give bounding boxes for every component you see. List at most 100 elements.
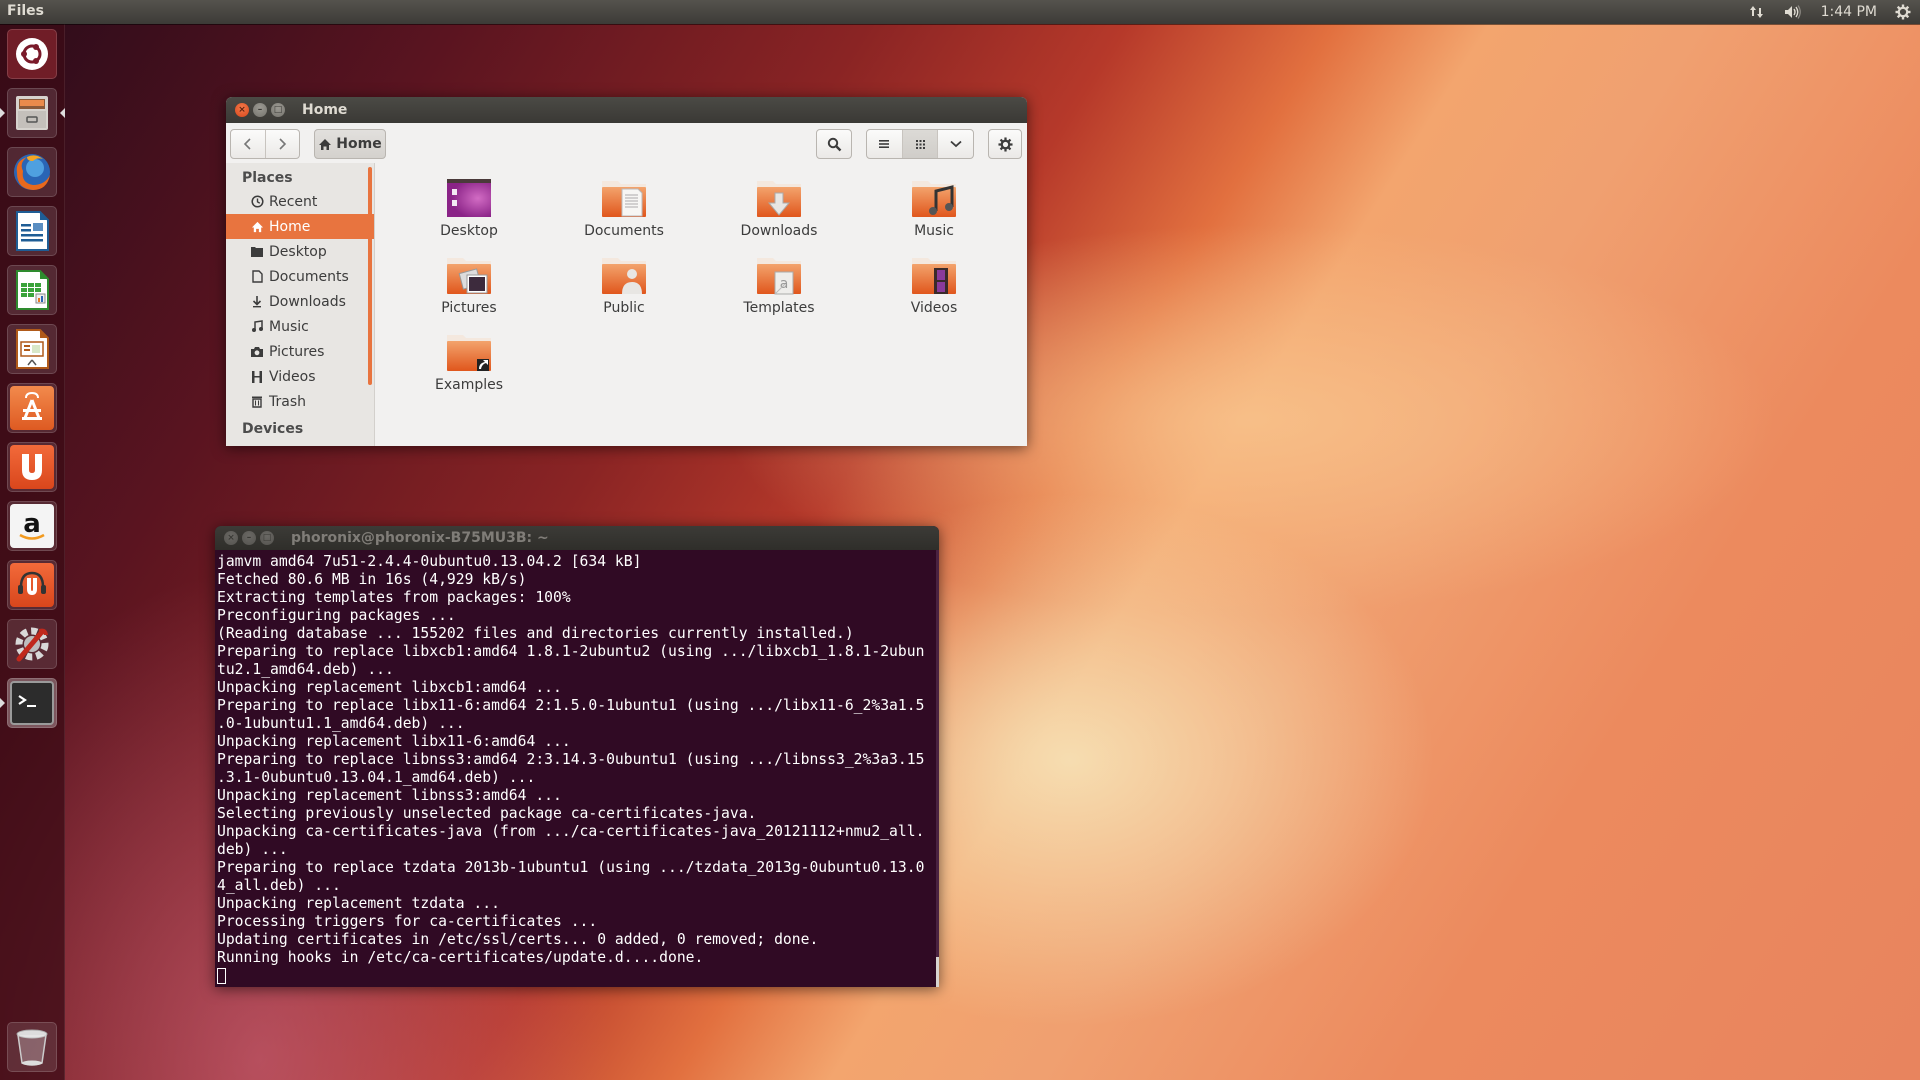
home-icon <box>250 220 264 234</box>
launcher-ubuntu-one-music[interactable] <box>7 560 57 610</box>
sidebar-item-label: Pictures <box>269 343 325 360</box>
minimize-button[interactable]: – <box>253 103 267 117</box>
terminal-line: Preparing to replace tzdata 2013b-1ubunt… <box>217 859 925 876</box>
scrollbar-thumb[interactable] <box>936 957 939 987</box>
sidebar-item-videos[interactable]: Videos <box>226 364 374 389</box>
terminal-line: Unpacking replacement libnss3:amd64 ... <box>217 787 562 804</box>
launcher-amazon[interactable]: a <box>7 501 57 551</box>
close-button[interactable]: × <box>224 531 238 545</box>
terminal-titlebar[interactable]: × – □ phoronix@phoronix-B75MU3B: ~ <box>215 526 939 550</box>
launcher-terminal[interactable] <box>0 678 57 728</box>
files-toolbar: Home <box>226 123 1027 164</box>
terminal-line: Unpacking ca-certificates-java (from ...… <box>217 823 925 840</box>
sidebar-item-music[interactable]: Music <box>226 314 374 339</box>
launcher-libreoffice-writer[interactable] <box>7 206 57 256</box>
music-icon <box>250 320 264 334</box>
maximize-button[interactable]: □ <box>260 531 274 545</box>
impress-icon <box>10 327 54 371</box>
minimize-button[interactable]: – <box>242 531 256 545</box>
files-titlebar[interactable]: × – □ Home <box>226 97 1027 123</box>
software-center-icon <box>10 386 54 430</box>
file-item-public[interactable]: Public <box>559 244 689 316</box>
sidebar-item-label: Downloads <box>269 293 346 310</box>
file-item-documents[interactable]: Documents <box>559 167 689 239</box>
close-button[interactable]: × <box>235 103 249 117</box>
sidebar-item-desktop[interactable]: Desktop <box>226 239 374 264</box>
path-bar-home-button[interactable]: Home <box>314 129 386 159</box>
terminal-line: Selecting previously unselected package … <box>217 805 757 822</box>
launcher-firefox[interactable] <box>7 147 57 197</box>
launcher-system-settings[interactable] <box>7 619 57 669</box>
terminal-line: Preparing to replace libnss3:amd64 2:3.1… <box>217 751 925 768</box>
network-icon[interactable] <box>1740 4 1774 20</box>
list-view-button[interactable] <box>867 130 902 158</box>
terminal-line: Preconfiguring packages ... <box>217 607 456 624</box>
active-app-title: Files <box>7 3 44 19</box>
focused-indicator <box>60 108 65 118</box>
launcher-dash-home[interactable] <box>7 29 57 79</box>
grid-icon <box>915 139 925 149</box>
svg-text:a: a <box>780 276 789 292</box>
sidebar-item-home[interactable]: Home <box>226 214 374 239</box>
sidebar-item-label: Recent <box>269 193 318 210</box>
terminal-line: 4_all.deb) ... <box>217 877 341 894</box>
file-name: Public <box>603 300 645 316</box>
trash-icon <box>10 1025 54 1069</box>
svg-text:a: a <box>23 509 41 539</box>
view-options-dropdown[interactable] <box>937 130 973 158</box>
sidebar-item-downloads[interactable]: Downloads <box>226 289 374 314</box>
view-mode-group <box>866 129 974 159</box>
sidebar-item-trash[interactable]: Trash <box>226 389 374 414</box>
launcher-trash[interactable] <box>7 1022 57 1072</box>
volume-icon[interactable] <box>1774 4 1812 20</box>
file-item-examples[interactable]: Examples <box>404 321 534 393</box>
documents-folder-icon <box>602 181 646 217</box>
launcher-files[interactable] <box>0 88 65 138</box>
ubuntu-logo-icon <box>10 32 54 76</box>
search-button[interactable] <box>816 129 852 159</box>
devices-heading: Devices <box>242 421 304 437</box>
top-panel: Files 1:44 PM <box>0 0 1920 24</box>
file-name: Desktop <box>440 223 498 239</box>
downloads-folder-icon <box>757 181 801 217</box>
file-item-desktop[interactable]: Desktop <box>404 167 534 239</box>
launcher-libreoffice-calc[interactable] <box>7 265 57 315</box>
file-item-templates[interactable]: a Templates <box>714 244 844 316</box>
clock[interactable]: 1:44 PM <box>1812 4 1886 20</box>
window-title: phoronix@phoronix-B75MU3B: ~ <box>291 530 549 546</box>
forward-button[interactable] <box>264 130 300 158</box>
sidebar-scrollbar[interactable] <box>368 167 372 385</box>
sidebar-item-recent[interactable]: Recent <box>226 189 374 214</box>
launcher-ubuntu-one[interactable] <box>7 442 57 492</box>
file-item-pictures[interactable]: Pictures <box>404 244 534 316</box>
session-gear-icon[interactable] <box>1886 4 1920 20</box>
files-body: Places Recent Home Desktop Documents Dow… <box>226 163 1027 446</box>
back-button[interactable] <box>231 130 265 158</box>
public-folder-icon <box>602 258 646 294</box>
places-sidebar: Places Recent Home Desktop Documents Dow… <box>226 163 375 446</box>
film-icon <box>250 370 264 384</box>
ubuntu-one-music-icon <box>10 563 54 607</box>
file-name: Examples <box>434 377 504 393</box>
terminal-scrollbar[interactable] <box>936 550 939 987</box>
terminal-output[interactable]: jamvm amd64 7u51-2.4.4-0ubuntu0.13.04.2 … <box>215 550 939 987</box>
sidebar-item-documents[interactable]: Documents <box>226 264 374 289</box>
launcher-ubuntu-software-center[interactable] <box>7 383 57 433</box>
file-item-music[interactable]: Music <box>869 167 999 239</box>
videos-folder-icon <box>912 258 956 294</box>
examples-link-folder-icon <box>447 335 491 371</box>
terminal-icon <box>10 681 54 725</box>
sidebar-item-pictures[interactable]: Pictures <box>226 339 374 364</box>
ubuntu-one-icon <box>10 445 54 489</box>
terminal-line: Fetched 80.6 MB in 16s (4,929 kB/s) <box>217 571 527 588</box>
sidebar-item-label: Trash <box>269 393 306 410</box>
window-title: Home <box>302 102 348 118</box>
maximize-button[interactable]: □ <box>271 103 285 117</box>
file-item-downloads[interactable]: Downloads <box>714 167 844 239</box>
sidebar-item-label: Desktop <box>269 243 327 260</box>
terminal-line: .0-1ubuntu1.1_amd64.deb) ... <box>217 715 465 732</box>
grid-view-button[interactable] <box>901 130 938 158</box>
settings-menu-button[interactable] <box>988 129 1022 159</box>
launcher-libreoffice-impress[interactable] <box>7 324 57 374</box>
file-item-videos[interactable]: Videos <box>869 244 999 316</box>
